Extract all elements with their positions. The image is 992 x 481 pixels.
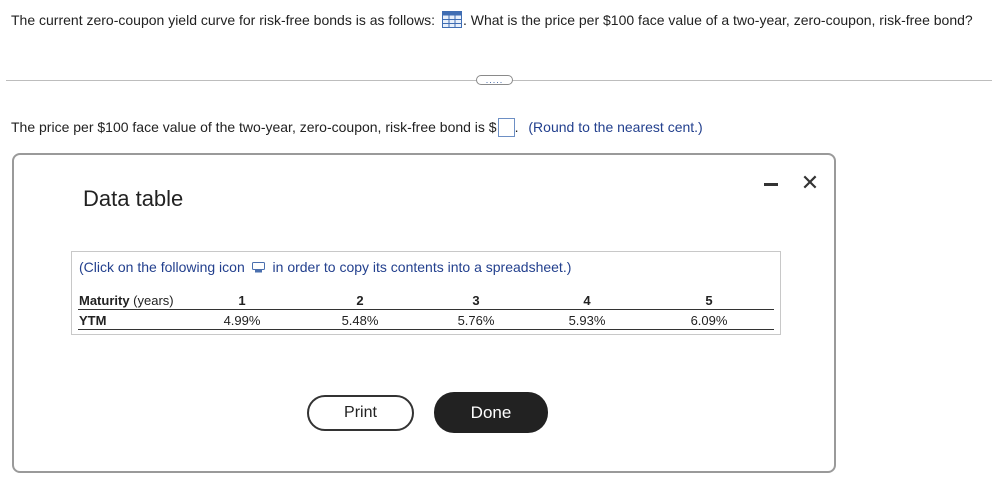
expand-more-button[interactable]: .....	[476, 75, 513, 85]
answer-suffix: .	[514, 119, 519, 135]
maturity-cell: 5	[705, 293, 713, 308]
maturity-cell: 3	[472, 293, 480, 308]
rounding-note: (Round to the nearest cent.)	[528, 119, 703, 135]
copy-instructions: (Click on the following icon in order to…	[79, 259, 571, 275]
print-button[interactable]: Print	[307, 395, 414, 431]
question-text: The current zero-coupon yield curve for …	[11, 8, 986, 33]
row-label-maturity: Maturity (years)	[79, 293, 174, 308]
table-rule	[78, 329, 774, 330]
ytm-cell: 6.09%	[690, 313, 728, 328]
question-part2: . What is the price per $100 face value …	[462, 12, 973, 28]
row-label-ytm: YTM	[79, 313, 107, 328]
table-rule	[78, 309, 774, 310]
copy-spreadsheet-icon[interactable]	[251, 260, 265, 273]
maturity-cell: 4	[583, 293, 591, 308]
done-button[interactable]: Done	[434, 392, 548, 433]
data-table-dialog: Data table ✕ (Click on the following ico…	[12, 153, 836, 473]
question-part1: The current zero-coupon yield curve for …	[11, 12, 436, 28]
maturity-cell: 2	[356, 293, 364, 308]
answer-line: The price per $100 face value of the two…	[11, 118, 703, 137]
answer-input[interactable]	[497, 118, 515, 137]
ytm-cell: 5.76%	[457, 313, 495, 328]
ytm-cell: 4.99%	[223, 313, 261, 328]
table-grid-icon[interactable]	[441, 11, 462, 28]
close-icon[interactable]: ✕	[799, 172, 821, 194]
dialog-title: Data table	[83, 186, 184, 211]
maturity-cell: 1	[238, 293, 246, 308]
minimize-icon[interactable]	[764, 183, 778, 186]
ytm-cell: 5.48%	[341, 313, 379, 328]
answer-prefix: The price per $100 face value of the two…	[11, 119, 497, 135]
ytm-cell: 5.93%	[568, 313, 606, 328]
copy-note-prefix: (Click on the following icon	[79, 259, 245, 275]
data-table-box: (Click on the following icon in order to…	[71, 251, 781, 335]
copy-note-suffix: in order to copy its contents into a spr…	[272, 259, 572, 275]
